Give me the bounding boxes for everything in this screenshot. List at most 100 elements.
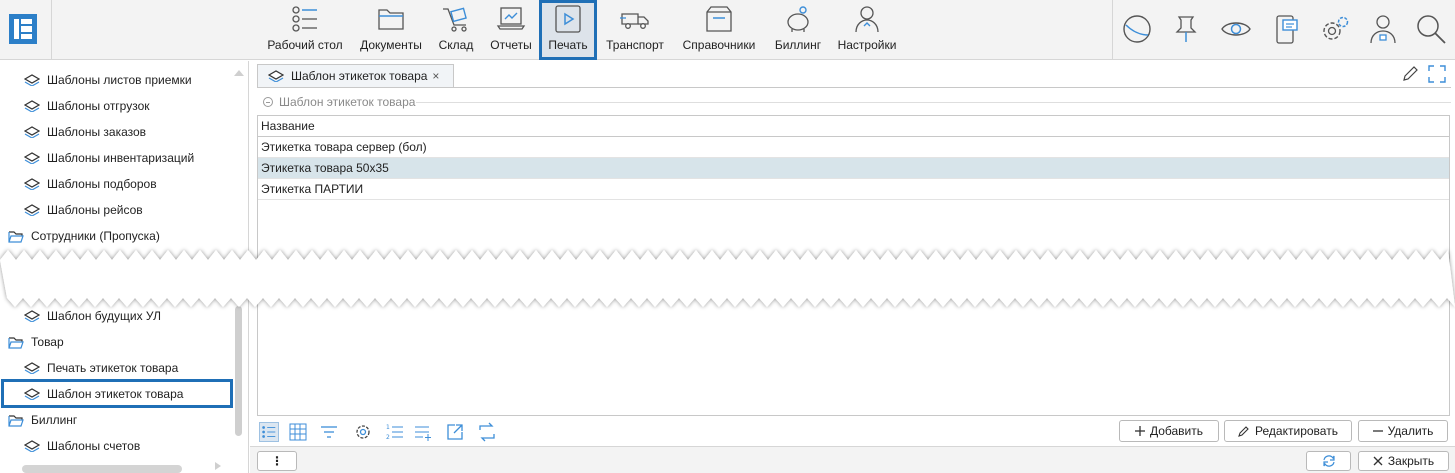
scroll-right-arrow-icon[interactable] <box>214 461 222 471</box>
nav-label: Рабочий стол <box>267 38 343 52</box>
pin-icon[interactable] <box>1170 13 1202 45</box>
truck-icon <box>620 13 649 29</box>
swap-icon[interactable] <box>477 422 497 442</box>
fullscreen-icon[interactable] <box>1428 65 1446 83</box>
pencil-icon[interactable] <box>1401 65 1419 83</box>
horizontal-scrollbar-thumb[interactable] <box>22 465 182 473</box>
tree-item[interactable]: Шаблоны рейсов <box>24 197 143 223</box>
sidebar-tree: Шаблоны листов приемки Шаблоны отгрузок … <box>0 61 249 473</box>
nav-label: Транспорт <box>606 38 664 52</box>
layers-icon <box>24 440 40 452</box>
list-view-icon[interactable] <box>259 422 279 442</box>
tree-folder-goods[interactable]: Товар <box>8 329 64 355</box>
tree-item-label: Шаблон этикеток товара <box>47 386 184 401</box>
tree-folder-billing[interactable]: Биллинг <box>8 407 77 433</box>
folder-icon <box>378 9 404 30</box>
play-icon <box>555 5 581 33</box>
tree-folder-label: Сотрудники (Пропуска) <box>31 229 160 243</box>
grid-toolbar: 12 Добавить Редактировать Удалить <box>257 418 1450 445</box>
delete-button-label: Удалить <box>1387 424 1434 438</box>
tree-item-label: Шаблоны инвентаризаций <box>47 151 195 165</box>
folder-open-icon <box>8 230 24 243</box>
nav-label: Биллинг <box>774 38 822 52</box>
user-lock-icon[interactable] <box>1367 13 1399 45</box>
tree-item-label: Шаблоны рейсов <box>47 203 143 217</box>
nav-label: Отчеты <box>490 38 532 52</box>
folder-open-icon <box>8 336 24 349</box>
more-button[interactable]: ⋮ <box>257 451 297 471</box>
tree-folder-label: Биллинг <box>31 413 78 427</box>
settings-icon[interactable] <box>353 422 373 442</box>
footer-bar: ⋮ Закрыть <box>250 446 1455 473</box>
table-row-selected[interactable]: Этикетка товара 50х35 <box>258 158 1449 179</box>
add-button[interactable]: Добавить <box>1119 420 1219 442</box>
nav-settings[interactable]: Настройки <box>836 0 898 60</box>
piggy-bank-icon <box>787 6 809 32</box>
nav-documents[interactable]: Документы <box>358 0 424 60</box>
layers-icon <box>24 362 40 374</box>
eye-icon[interactable] <box>1220 13 1252 45</box>
tree-item[interactable]: Шаблоны заказов <box>24 119 146 145</box>
phone-message-icon[interactable] <box>1270 13 1302 45</box>
tree-item-label: Шаблоны отгрузок <box>47 99 150 113</box>
nav-warehouse[interactable]: Склад <box>436 0 476 60</box>
group-title: Шаблон этикеток товара <box>279 95 416 109</box>
nav-label: Настройки <box>837 38 897 52</box>
tree-item-label: Шаблон будущих УЛ <box>47 309 161 323</box>
nav-print[interactable]: Печать <box>539 0 597 60</box>
edit-button[interactable]: Редактировать <box>1224 420 1352 442</box>
nav-billing[interactable]: Биллинг <box>771 0 825 60</box>
group-header[interactable]: Шаблон этикеток товара <box>263 95 415 109</box>
grid-view-icon[interactable] <box>288 422 308 442</box>
tree-item[interactable]: Шаблоны счетов <box>24 433 140 459</box>
tree-item-label: Шаблоны счетов <box>47 439 141 453</box>
tree-item[interactable]: Печать этикеток товара <box>24 355 178 381</box>
templates-grid: Название Этикетка товара сервер (бол) Эт… <box>257 115 1450 416</box>
refresh-icon <box>1322 455 1335 467</box>
nav-label: Документы <box>360 38 422 52</box>
clock-icon[interactable] <box>1121 13 1153 45</box>
tree-item[interactable]: Шаблоны инвентаризаций <box>24 145 194 171</box>
nav-transport[interactable]: Транспорт <box>603 0 667 60</box>
tab-label-template[interactable]: Шаблон этикеток товара × <box>257 64 454 87</box>
external-link-icon[interactable] <box>445 422 465 442</box>
nav-desktop[interactable]: Рабочий стол <box>266 0 344 60</box>
search-icon[interactable] <box>1415 13 1447 45</box>
nav-reports[interactable]: Отчеты <box>489 0 533 60</box>
tree-item-selected[interactable]: Шаблон этикеток товара <box>1 379 233 408</box>
nav-directories[interactable]: Справочники <box>680 0 758 60</box>
close-button[interactable]: Закрыть <box>1358 451 1449 471</box>
layers-icon <box>268 70 284 82</box>
tree-item[interactable]: Шаблоны подборов <box>24 171 157 197</box>
table-row[interactable]: Этикетка товара сервер (бол) <box>258 137 1449 158</box>
tree-folder-employees[interactable]: Сотрудники (Пропуска) <box>8 223 160 249</box>
minus-icon <box>1372 430 1383 432</box>
numbered-list-icon[interactable]: 12 <box>385 422 405 442</box>
nav-label: Справочники <box>682 38 756 52</box>
refresh-button[interactable] <box>1306 451 1351 471</box>
tree-item-label: Шаблоны подборов <box>47 177 157 191</box>
group-divider <box>416 102 1451 103</box>
table-row[interactable]: Этикетка ПАРТИИ <box>258 179 1449 200</box>
delete-button[interactable]: Удалить <box>1358 420 1448 442</box>
collapse-icon[interactable] <box>263 97 273 107</box>
svg-text:2: 2 <box>386 434 390 441</box>
tree-item-label: Шаблоны заказов <box>47 125 147 139</box>
close-button-label: Закрыть <box>1387 454 1435 468</box>
vertical-scrollbar-thumb[interactable] <box>235 306 242 436</box>
app-logo[interactable] <box>0 0 52 60</box>
quick-tools <box>1112 0 1455 60</box>
add-row-icon[interactable] <box>413 422 433 442</box>
folder-open-icon <box>8 414 24 427</box>
tree-item[interactable]: Шаблон будущих УЛ <box>24 303 161 329</box>
nav-label: Склад <box>438 38 474 52</box>
tree-folder-label: Товар <box>31 335 64 349</box>
gear-icon[interactable] <box>1319 13 1351 45</box>
tree-item[interactable]: Шаблоны листов приемки <box>24 67 192 93</box>
tree-item[interactable]: Шаблоны отгрузок <box>24 93 150 119</box>
scroll-up-arrow-icon[interactable] <box>233 69 245 77</box>
filter-icon[interactable] <box>319 422 339 442</box>
grid-column-header[interactable]: Название <box>258 116 1449 137</box>
tab-close-icon[interactable]: × <box>432 69 439 83</box>
tab-divider <box>257 87 1451 88</box>
